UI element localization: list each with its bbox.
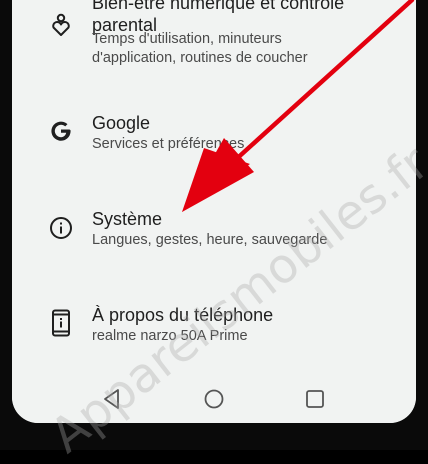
settings-item-title: Système: [92, 209, 163, 229]
subtitle-line-1: Temps d'utilisation, minuteurs: [92, 31, 282, 47]
home-icon[interactable]: [202, 387, 226, 411]
settings-item-subtitle: Langues, gestes, heure, sauvegarde: [92, 232, 328, 248]
title-line-1: Bien-être numérique et contrôle: [92, 0, 345, 13]
settings-item-title: Google: [92, 113, 151, 133]
phone-frame: Bien-être numérique et contrôle parental…: [0, 0, 428, 464]
settings-item-about-phone[interactable]: À propos du téléphone realme narzo 50A P…: [12, 292, 416, 370]
settings-item-title: À propos du téléphone: [92, 305, 274, 325]
settings-item-subtitle: Services et préférences: [92, 136, 245, 152]
subtitle-line-2: d'application, routines de coucher: [92, 50, 308, 66]
heart-person-icon: [48, 12, 74, 38]
settings-item-subtitle: realme narzo 50A Prime: [92, 328, 248, 344]
settings-item-system[interactable]: Système Langues, gestes, heure, sauvegar…: [12, 196, 416, 274]
phone-bottom-bezel: [0, 423, 428, 450]
settings-item-digital-wellbeing[interactable]: Bien-être numérique et contrôle parental…: [12, 0, 416, 90]
navigation-bar: [12, 374, 416, 423]
info-icon: [48, 215, 74, 241]
settings-item-subtitle: Temps d'utilisation, minuteurs d'applica…: [92, 30, 392, 68]
recents-icon[interactable]: [303, 387, 327, 411]
phone-info-icon: [48, 309, 74, 337]
back-icon[interactable]: [100, 387, 124, 411]
settings-item-google[interactable]: Google Services et préférences: [12, 100, 416, 178]
google-g-icon: [48, 118, 74, 144]
settings-screen: Bien-être numérique et contrôle parental…: [12, 0, 416, 423]
